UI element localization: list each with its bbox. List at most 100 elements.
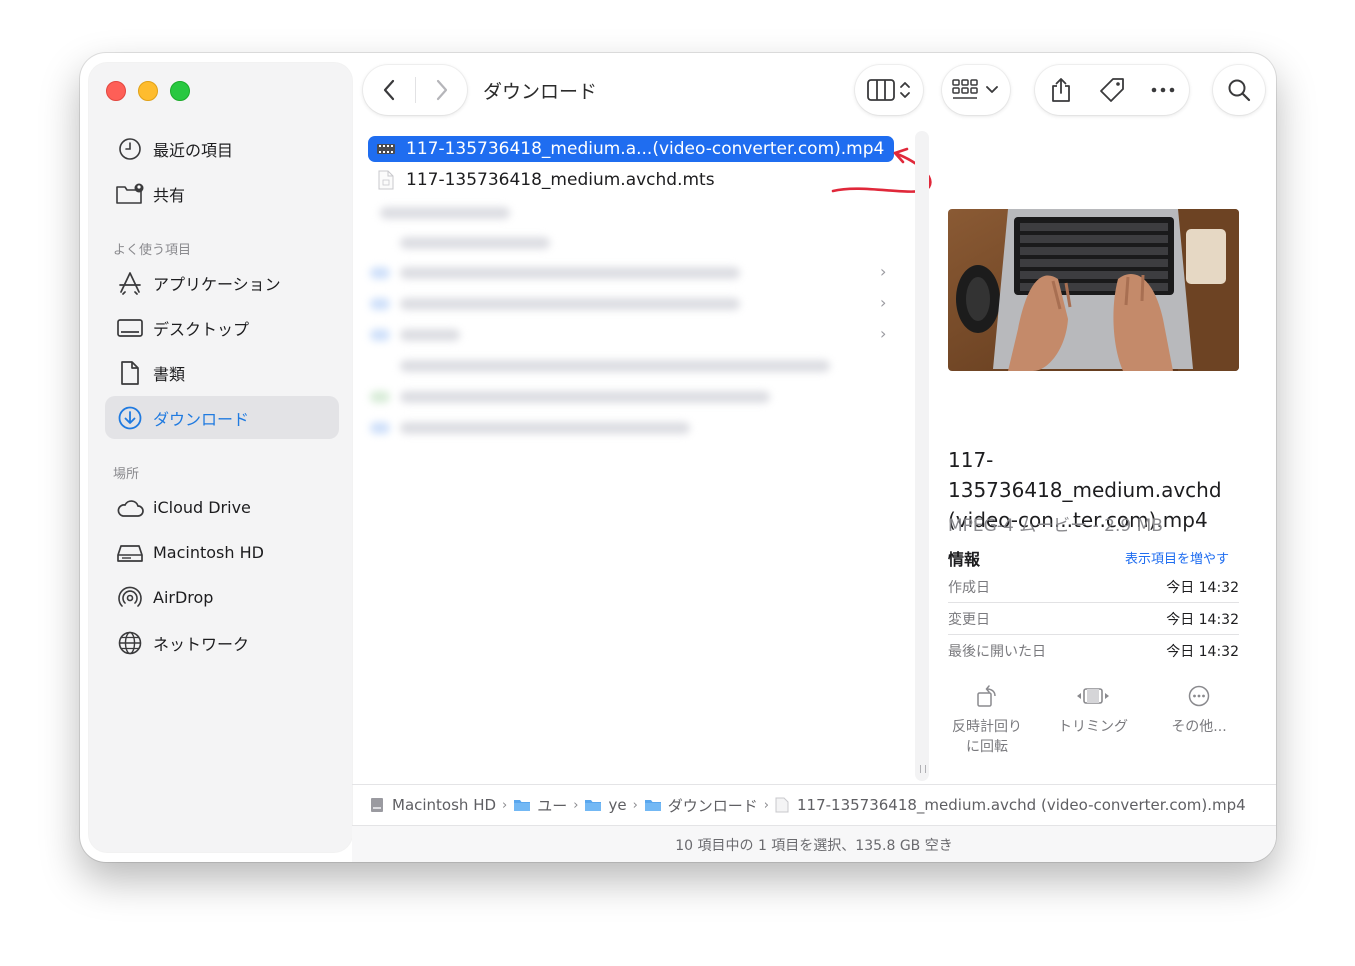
action-label: トリミング xyxy=(1058,719,1128,735)
sidebar-item-label: ダウンロード xyxy=(153,409,250,429)
path-segment-label: Macintosh HD xyxy=(392,796,497,814)
sidebar-item-macintosh-hd[interactable]: Macintosh HD xyxy=(105,531,339,574)
path-separator-icon: › xyxy=(502,797,508,813)
desktop-icon xyxy=(115,313,145,343)
navigation-buttons xyxy=(363,65,467,115)
sidebar-item-label: アプリケーション xyxy=(153,274,281,294)
action-label: 反時計回り に回転 xyxy=(952,719,1022,755)
hard-drive-icon xyxy=(115,538,145,568)
column-resize-handle[interactable] xyxy=(920,765,926,773)
share-icon xyxy=(1052,78,1070,102)
sidebar-item-network[interactable]: ネットワーク xyxy=(105,621,339,664)
tag-icon xyxy=(1100,78,1124,102)
sidebar-item-airdrop[interactable]: AirDrop xyxy=(105,576,339,619)
path-segment-ye[interactable]: ye xyxy=(584,796,627,814)
shared-folder-icon xyxy=(115,179,145,209)
clock-icon xyxy=(115,134,145,164)
sidebar-item-downloads[interactable]: ダウンロード xyxy=(105,396,339,439)
share-button[interactable] xyxy=(1035,65,1087,115)
columns-view-icon xyxy=(867,79,910,101)
folder-icon xyxy=(514,800,531,811)
info-value: 今日 14:32 xyxy=(1166,643,1239,660)
finder-window: 最近の項目 共有 よく使う項目 アプリケーション デスクトップ 書類 ダウンロー… xyxy=(80,53,1276,862)
sidebar-item-label: デスクトップ xyxy=(153,319,250,339)
generic-file-icon xyxy=(375,170,397,190)
info-row-last-opened: 最後に開いた日 今日 14:32 xyxy=(948,635,1239,666)
sidebar-item-label: 書類 xyxy=(153,364,186,384)
tag-button[interactable] xyxy=(1087,65,1137,115)
minimize-window-button[interactable] xyxy=(138,81,158,101)
info-row-modified: 変更日 今日 14:32 xyxy=(948,603,1239,635)
file-row[interactable]: 117-135736418_medium.avchd.mts xyxy=(368,167,894,193)
path-separator-icon: › xyxy=(632,797,638,813)
path-segment-label: 117-135736418_medium.avchd (video-conver… xyxy=(797,796,1246,814)
path-separator-icon: › xyxy=(763,797,769,813)
path-segment-users[interactable]: ユー xyxy=(513,795,567,816)
folder-icon xyxy=(585,800,602,811)
rotate-left-button[interactable]: 反時計回り に回転 xyxy=(942,681,1032,757)
group-control xyxy=(942,65,1010,115)
more-button[interactable] xyxy=(1137,65,1189,115)
preview-kind-size: MPEG-4 ムービー - 2.9 MB xyxy=(948,516,1163,536)
hard-drive-icon xyxy=(371,798,383,812)
sidebar-item-label: 共有 xyxy=(153,185,186,205)
rotate-left-icon xyxy=(942,681,1032,711)
video-file-icon xyxy=(375,139,397,159)
info-label: 変更日 xyxy=(948,611,990,628)
ellipsis-icon xyxy=(1151,87,1175,93)
back-button[interactable] xyxy=(363,65,415,115)
window-title: ダウンロード xyxy=(483,81,598,103)
sidebar-item-recents[interactable]: 最近の項目 xyxy=(105,127,339,170)
column-scrollbar[interactable] xyxy=(915,131,929,781)
sidebar-item-desktop[interactable]: デスクトップ xyxy=(105,306,339,349)
sidebar-item-label: AirDrop xyxy=(153,588,214,607)
info-heading: 情報 xyxy=(948,550,981,569)
search-icon xyxy=(1228,79,1251,102)
info-row-created: 作成日 今日 14:32 xyxy=(948,571,1239,603)
path-segment-file[interactable]: 117-135736418_medium.avchd (video-conver… xyxy=(775,796,1246,814)
path-segment-macintosh-hd[interactable]: Macintosh HD xyxy=(370,796,496,814)
path-segment-downloads[interactable]: ダウンロード xyxy=(644,795,758,816)
sidebar-item-label: ネットワーク xyxy=(153,634,250,654)
more-circle-icon xyxy=(1154,681,1244,711)
file-name: 117-135736418_medium.avchd.mts xyxy=(406,170,715,190)
chevron-right-icon: › xyxy=(880,293,887,312)
more-actions-button[interactable]: その他... xyxy=(1154,681,1244,737)
applications-icon xyxy=(115,268,145,298)
sidebar-item-label: 最近の項目 xyxy=(153,140,234,160)
document-icon xyxy=(115,358,145,388)
sidebar-item-label: iCloud Drive xyxy=(153,498,251,517)
generic-file-icon xyxy=(775,797,789,813)
trim-button[interactable]: トリミング xyxy=(1048,681,1138,737)
action-buttons xyxy=(1035,65,1189,115)
close-window-button[interactable] xyxy=(106,81,126,101)
file-row-selected[interactable]: 117-135736418_medium.a...(video-converte… xyxy=(368,136,894,162)
chevron-right-icon: › xyxy=(880,324,887,343)
sidebar-item-documents[interactable]: 書類 xyxy=(105,351,339,394)
forward-button[interactable] xyxy=(416,65,467,115)
search-control xyxy=(1213,65,1265,115)
cloud-icon xyxy=(115,493,145,523)
search-button[interactable] xyxy=(1213,65,1265,115)
show-more-link[interactable]: 表示項目を増やす xyxy=(1125,548,1229,567)
sidebar-item-applications[interactable]: アプリケーション xyxy=(105,261,339,304)
status-bar: 10 項目中の 1 項目を選択、135.8 GB 空き xyxy=(352,825,1276,862)
sidebar-item-icloud-drive[interactable]: iCloud Drive xyxy=(105,486,339,529)
favorites-section-title: よく使う項目 xyxy=(113,243,192,258)
airdrop-icon xyxy=(115,583,145,613)
path-separator-icon: › xyxy=(573,797,579,813)
view-mode-button[interactable] xyxy=(855,65,923,115)
chevron-left-icon xyxy=(383,79,395,101)
sidebar: 最近の項目 共有 よく使う項目 アプリケーション デスクトップ 書類 ダウンロー… xyxy=(89,63,352,852)
video-thumbnail xyxy=(948,209,1239,371)
trim-icon xyxy=(1048,681,1138,711)
group-button[interactable] xyxy=(942,65,1010,115)
globe-icon xyxy=(115,628,145,658)
info-value: 今日 14:32 xyxy=(1166,611,1239,628)
folder-icon xyxy=(644,800,661,811)
sidebar-item-shared[interactable]: 共有 xyxy=(105,172,339,215)
grid-group-icon xyxy=(952,79,998,99)
path-bar: Macintosh HD › ユー › ye › ダウンロード › 117-13… xyxy=(352,784,1276,825)
chevron-right-icon: › xyxy=(880,262,887,281)
zoom-window-button[interactable] xyxy=(170,81,190,101)
